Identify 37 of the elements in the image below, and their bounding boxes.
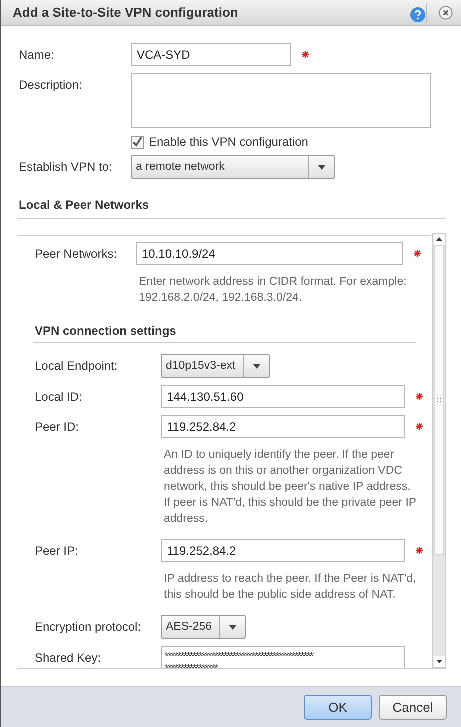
- scroll-up-icon[interactable]: [434, 234, 444, 245]
- caret-icon: [318, 164, 326, 170]
- section-heading: VPN connection settings: [33, 324, 416, 343]
- field-label: Peer ID:: [34, 419, 80, 436]
- field-label: Local ID:: [34, 389, 84, 406]
- field-label: Local Endpoint:: [34, 358, 119, 375]
- field-label: Peer Networks:: [34, 246, 118, 263]
- checkbox-label: Enable this VPN configuration: [149, 135, 308, 149]
- dropdown[interactable]: AES-256: [161, 615, 246, 639]
- input-field[interactable]: 119.252.84.2: [161, 539, 405, 562]
- field-label: Name:: [18, 47, 56, 62]
- field-label: Establish VPN to:: [18, 159, 114, 174]
- section-heading: Local & Peer Networks: [17, 198, 446, 219]
- scrollbar[interactable]: [432, 233, 446, 668]
- help-text: IP address to reach the peer. If the Peer is NAT'd, this should be the public side address of NAT.: [164, 572, 418, 603]
- dropdown[interactable]: d10p15v3-ext: [161, 354, 270, 378]
- field-label: Shared Key:: [34, 650, 102, 667]
- dialog-button[interactable]: Cancel: [379, 694, 447, 720]
- grip-icon: [436, 398, 442, 402]
- help-icon[interactable]: [410, 6, 426, 22]
- dialog-button[interactable]: OK: [304, 694, 372, 720]
- caret-icon: [252, 364, 260, 368]
- input-field[interactable]: VCA-SYD: [131, 43, 291, 66]
- close-icon[interactable]: [439, 6, 453, 20]
- checkbox[interactable]: [131, 136, 144, 148]
- help-text: An ID to uniquely identify the peer. If the peer address is on this or another organization VDC network, this should be peer's native IP address. If peer is NAT'd, this should be the private peer IP address.: [164, 448, 418, 527]
- caret-icon: [228, 624, 236, 630]
- scroll-down-icon[interactable]: [434, 656, 444, 667]
- dropdown[interactable]: a remote network: [131, 155, 335, 179]
- input-field[interactable]: 10.10.10.9/24: [136, 242, 403, 265]
- field-label: Encryption protocol:: [34, 619, 142, 636]
- help-text: Enter network address in CIDR format. For example: 192.168.2.0/24, 192.168.3.0/24.: [139, 275, 408, 306]
- field-label: Peer IP:: [34, 543, 80, 560]
- field-label: Description:: [18, 77, 84, 92]
- dialog-title: Add a Site-to-Site VPN configuration: [13, 5, 240, 20]
- input-field[interactable]: 119.252.84.2: [161, 415, 405, 438]
- input-field[interactable]: 144.130.51.60: [161, 385, 405, 408]
